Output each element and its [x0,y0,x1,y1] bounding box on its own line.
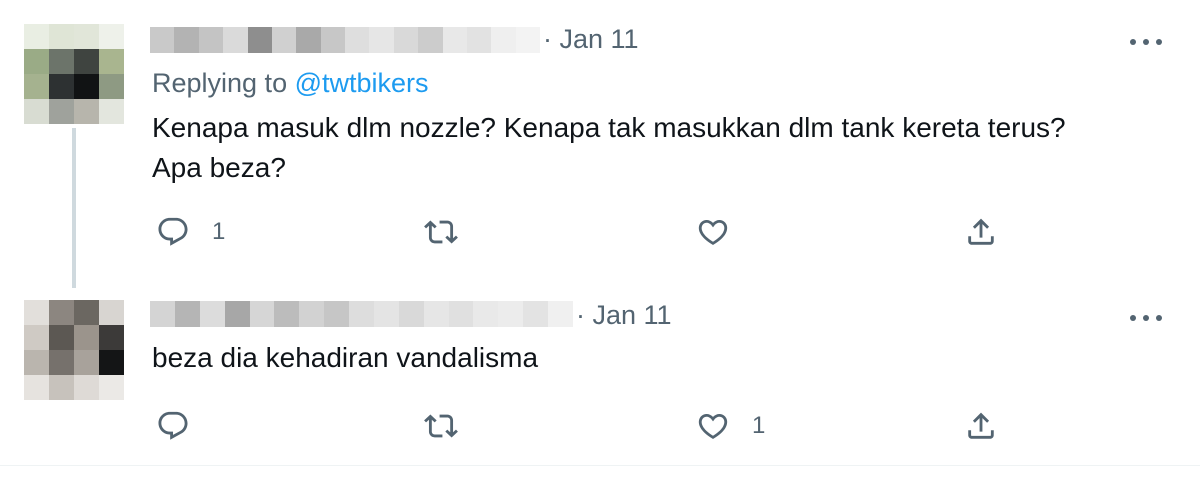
retweet-button[interactable] [424,406,480,446]
tweet-text: beza dia kehadiran vandalisma [152,342,539,373]
tweet[interactable]: · Jan 11 Replying to @twtbikers Kenapa m… [0,0,1200,288]
share-button[interactable] [964,406,998,446]
retweet-icon [424,414,458,438]
reply-button[interactable]: 1 [156,212,225,252]
tweet-text: Kenapa masuk dlm nozzle? Kenapa tak masu… [152,112,1066,183]
heart-icon [698,413,728,439]
like-button[interactable]: 1 [696,406,765,446]
blurred-display-name[interactable] [150,27,540,53]
share-icon [968,218,994,245]
thread-line [72,128,76,288]
mention-link[interactable]: @twtbikers [295,68,429,98]
share-button[interactable] [964,212,998,252]
more-icon[interactable] [1130,37,1162,47]
avatar[interactable] [24,24,124,124]
reply-count: 1 [212,218,226,245]
tweet-date[interactable]: · Jan 11 [576,300,672,331]
blurred-display-name[interactable] [150,301,573,327]
avatar[interactable] [24,300,124,400]
heart-icon [698,219,728,245]
reply-button[interactable] [156,406,212,446]
like-count: 1 [752,412,766,439]
tweet[interactable]: · Jan 11 beza dia kehadiran vandalisma 1 [0,276,1200,466]
retweet-button[interactable] [424,212,480,252]
replying-label: Replying to [152,68,295,98]
divider [0,465,1200,466]
tweet-actions: 1 [0,406,1200,446]
reply-icon [158,217,188,246]
reply-icon [158,411,188,440]
retweet-icon [424,220,458,244]
replying-to: Replying to @twtbikers [152,68,429,99]
more-icon[interactable] [1130,313,1162,323]
like-button[interactable] [696,212,752,252]
tweet-actions: 1 [0,212,1200,252]
share-icon [968,412,994,439]
tweet-date[interactable]: · Jan 11 [543,24,639,55]
